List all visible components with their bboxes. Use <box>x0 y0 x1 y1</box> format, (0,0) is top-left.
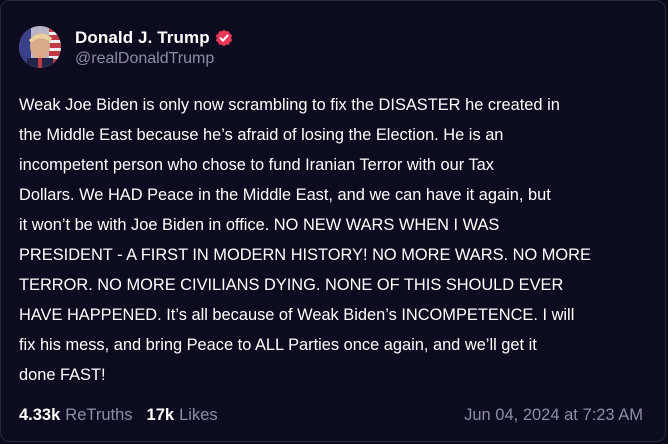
likes-stat[interactable]: 17k Likes <box>147 406 218 425</box>
retruths-label: ReTruths <box>65 405 133 424</box>
name-row: Donald J. Trump <box>75 27 233 49</box>
author-names: Donald J. Trump @realDonaldTrump <box>75 27 233 68</box>
likes-label: Likes <box>179 405 218 424</box>
post-footer: 4.33k ReTruths 17k Likes Jun 04, 2024 at… <box>19 403 643 427</box>
avatar[interactable] <box>19 26 61 68</box>
post-text: Weak Joe Biden is only now scrambling to… <box>19 96 591 384</box>
display-name[interactable]: Donald J. Trump <box>75 28 210 48</box>
likes-count: 17k <box>146 405 175 424</box>
post-card: Donald J. Trump @realDonaldTrump Weak Jo… <box>0 0 666 442</box>
verified-badge-icon <box>215 29 233 47</box>
post-header: Donald J. Trump @realDonaldTrump <box>19 25 233 69</box>
retruths-stat[interactable]: 4.33k ReTruths <box>19 406 133 425</box>
retruths-count: 4.33k <box>19 405 61 424</box>
post-timestamp[interactable]: Jun 04, 2024 at 7:23 AM <box>464 406 643 425</box>
author-handle[interactable]: @realDonaldTrump <box>75 50 233 68</box>
avatar-image <box>19 26 61 68</box>
